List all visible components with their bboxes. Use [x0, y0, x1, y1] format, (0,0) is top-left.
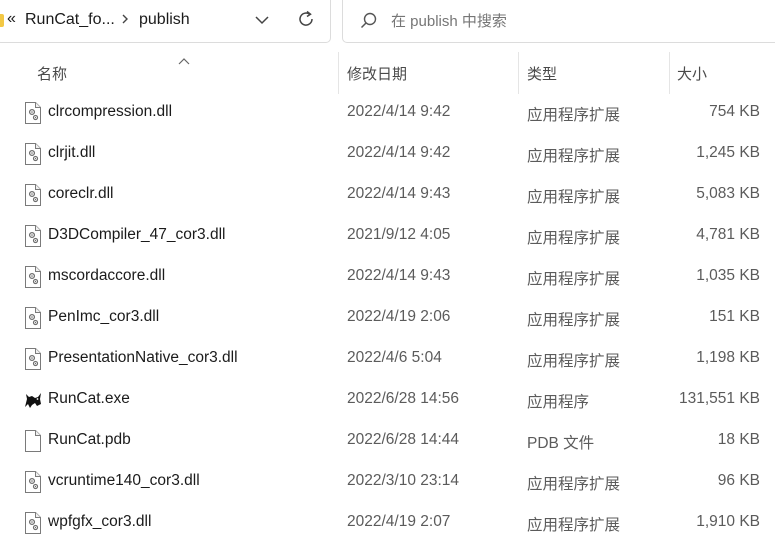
file-name: clrjit.dll	[48, 144, 96, 161]
file-row[interactable]: D3DCompiler_47_cor3.dll 2021/9/12 4:05 应用程…	[0, 215, 775, 256]
column-header-row: 名称 修改日期 类型 大小	[0, 46, 775, 94]
dll-file-icon	[24, 471, 42, 493]
file-size: 96 KB	[717, 472, 760, 489]
file-date: 2022/4/19 2:06	[347, 308, 451, 325]
file-name: coreclr.dll	[48, 185, 114, 202]
file-name: RunCat.exe	[48, 390, 130, 407]
file-date: 2022/4/6 5:04	[347, 349, 442, 366]
chevron-down-icon	[255, 12, 269, 30]
file-type: 应用程序扩展	[527, 476, 621, 493]
file-size: 754 KB	[709, 103, 760, 120]
file-name: mscordaccore.dll	[48, 267, 166, 284]
dll-file-icon	[24, 512, 42, 534]
file-row[interactable]: PenImc_cor3.dll 2022/4/19 2:06 应用程序扩展 151 K…	[0, 297, 775, 338]
file-type: 应用程序扩展	[527, 107, 621, 124]
file-date: 2022/4/19 2:07	[347, 513, 451, 530]
file-list: clrcompression.dll 2022/4/14 9:42 应用程序扩展 75…	[0, 92, 775, 543]
column-header-size[interactable]: 大小	[677, 63, 707, 84]
dll-file-icon	[24, 348, 42, 370]
file-type: 应用程序	[527, 394, 590, 411]
dll-file-icon	[24, 307, 42, 329]
file-size: 18 KB	[717, 431, 760, 448]
search-box[interactable]	[342, 0, 775, 43]
file-type: 应用程序扩展	[527, 271, 621, 288]
file-row[interactable]: RunCat.pdb 2022/6/28 14:44 PDB 文件 18 KB	[0, 420, 775, 461]
top-bar: « RunCat_fo... publish	[0, 0, 775, 46]
file-type: 应用程序扩展	[527, 353, 621, 370]
folder-icon	[0, 14, 4, 27]
file-type: PDB 文件	[527, 435, 595, 452]
column-header-name[interactable]: 名称	[37, 63, 67, 84]
runcat-app-icon	[23, 390, 43, 412]
file-name: PresentationNative_cor3.dll	[48, 349, 238, 366]
file-type: 应用程序扩展	[527, 189, 621, 206]
file-date: 2022/6/28 14:44	[347, 431, 460, 448]
file-type: 应用程序扩展	[527, 148, 621, 165]
file-date: 2022/3/10 23:14	[347, 472, 460, 489]
breadcrumb-overflow[interactable]: «	[7, 10, 16, 28]
file-row[interactable]: clrjit.dll 2022/4/14 9:42 应用程序扩展 1,245 KB	[0, 133, 775, 174]
file-name: D3DCompiler_47_cor3.dll	[48, 226, 226, 243]
dll-file-icon	[24, 225, 42, 247]
file-date: 2021/9/12 4:05	[347, 226, 451, 243]
breadcrumb-item-parent[interactable]: RunCat_fo...	[25, 11, 115, 29]
file-name: vcruntime140_cor3.dll	[48, 472, 200, 489]
file-size: 151 KB	[709, 308, 760, 325]
file-name: clrcompression.dll	[48, 103, 173, 120]
file-type: 应用程序扩展	[527, 312, 621, 329]
file-size: 4,781 KB	[696, 226, 760, 243]
file-row[interactable]: RunCat.exe 2022/6/28 14:56 应用程序 131,551 KB	[0, 379, 775, 420]
column-header-date[interactable]: 修改日期	[347, 63, 407, 84]
file-size: 1,035 KB	[696, 267, 760, 284]
breadcrumb-chevron-icon[interactable]	[121, 12, 129, 28]
file-date: 2022/4/14 9:43	[347, 267, 451, 284]
file-name: PenImc_cor3.dll	[48, 308, 160, 325]
column-header-type[interactable]: 类型	[527, 63, 557, 84]
file-size: 131,551 KB	[678, 390, 760, 407]
file-size: 1,198 KB	[696, 349, 760, 366]
address-dropdown-button[interactable]	[249, 9, 275, 33]
file-row[interactable]: vcruntime140_cor3.dll 2022/3/10 23:14 应用程序…	[0, 461, 775, 502]
file-row[interactable]: PresentationNative_cor3.dll 2022/4/6 5:04…	[0, 338, 775, 379]
file-date: 2022/6/28 14:56	[347, 390, 460, 407]
column-divider[interactable]	[518, 52, 519, 94]
file-type: 应用程序扩展	[527, 517, 621, 534]
file-row[interactable]: mscordaccore.dll 2022/4/14 9:43 应用程序扩展 1,03…	[0, 256, 775, 297]
dll-file-icon	[24, 266, 42, 288]
file-type: 应用程序扩展	[527, 230, 621, 247]
blank-file-icon	[24, 430, 42, 452]
sort-up-chevron-icon	[178, 52, 190, 70]
column-divider[interactable]	[669, 52, 670, 94]
search-input[interactable]	[391, 10, 761, 32]
column-divider[interactable]	[338, 52, 339, 94]
dll-file-icon	[24, 184, 42, 206]
file-size: 1,245 KB	[696, 144, 760, 161]
refresh-button[interactable]	[293, 9, 319, 33]
dll-file-icon	[24, 143, 42, 165]
search-icon	[359, 11, 379, 36]
file-date: 2022/4/14 9:43	[347, 185, 451, 202]
file-size: 5,083 KB	[696, 185, 760, 202]
breadcrumb-item-current[interactable]: publish	[139, 11, 190, 29]
file-name: wpfgfx_cor3.dll	[48, 513, 152, 530]
dll-file-icon	[24, 102, 42, 124]
file-date: 2022/4/14 9:42	[347, 144, 451, 161]
file-date: 2022/4/14 9:42	[347, 103, 451, 120]
file-row[interactable]: coreclr.dll 2022/4/14 9:43 应用程序扩展 5,083 KB	[0, 174, 775, 215]
file-row[interactable]: wpfgfx_cor3.dll 2022/4/19 2:07 应用程序扩展 1,910…	[0, 502, 775, 543]
refresh-icon	[297, 10, 315, 33]
file-row[interactable]: clrcompression.dll 2022/4/14 9:42 应用程序扩展 75…	[0, 92, 775, 133]
address-bar[interactable]: « RunCat_fo... publish	[0, 0, 331, 43]
file-name: RunCat.pdb	[48, 431, 131, 448]
file-size: 1,910 KB	[696, 513, 760, 530]
